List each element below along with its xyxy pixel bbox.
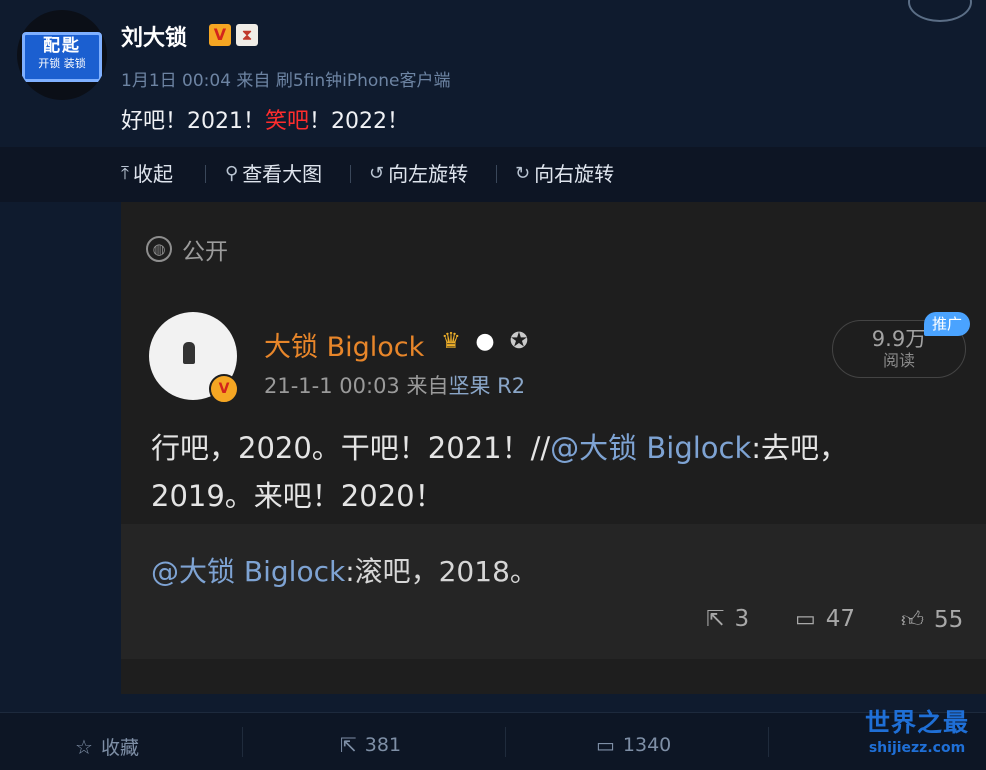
- avatar-sign-line1: 配匙: [43, 36, 81, 56]
- inner-meta-source: 坚果 R2: [448, 374, 526, 398]
- rotate-right-button[interactable]: ↻ 向右旋转: [515, 159, 614, 189]
- inner-meta: 21-1-1 00:03 来自坚果 R2: [264, 370, 525, 400]
- view-large-button[interactable]: ⚲ 查看大图: [225, 159, 322, 189]
- repost-button[interactable]: ⇱ 381: [340, 733, 401, 757]
- medal-icon: ✪: [509, 329, 529, 354]
- comment-count: 47: [825, 606, 856, 632]
- repost-icon: ⇱: [340, 733, 357, 757]
- comment-icon: ▭: [596, 733, 615, 757]
- embedded-screenshot[interactable]: ◍ 公开 V 大锁 Biglock ♛ ● ✪ 21-1-1 00:03 来自坚…: [121, 202, 986, 694]
- rotate-left-label: 向左旋转: [388, 162, 469, 186]
- inner-verified-icon: V: [209, 374, 239, 404]
- avatar-figure: [183, 342, 195, 364]
- body-text-line2: 2019。来吧！2020！: [151, 479, 444, 513]
- comment-button[interactable]: ▭ 1340: [596, 733, 671, 757]
- post-text-part: 好吧！2021！: [121, 109, 265, 134]
- collapse-button[interactable]: ⤒ 收起: [121, 159, 173, 189]
- card-bottom-strip: [121, 659, 986, 694]
- inner-body-text: 行吧，2020。干吧！2021！//@大锁 Biglock:去吧， 2019。来…: [151, 424, 951, 520]
- rotate-right-label: 向右旋转: [534, 162, 615, 186]
- hourglass-badge-icon: ⧗: [236, 24, 258, 46]
- watermark-line1: 世界之最: [864, 708, 969, 737]
- collapse-icon: ⤒: [121, 163, 129, 184]
- post-action-bar: ☆ 收藏 ⇱ 381 ▭ 1340: [0, 712, 986, 770]
- post-text: 好吧！2021！笑吧！2022！: [121, 103, 409, 135]
- body-mention: @大锁 Biglock: [550, 431, 752, 465]
- collapse-label: 收起: [132, 162, 173, 186]
- inner-meta-time: 21-1-1 00:03 来自: [264, 374, 449, 398]
- post-meta: 1月1日 00:04 来自 刷5fin钟iPhone客户端: [121, 71, 451, 91]
- comment-icon: ▭: [795, 606, 816, 632]
- avatar-sign-line2: 开锁 装锁: [38, 57, 86, 70]
- divider: [242, 727, 243, 757]
- reads-label: 阅读: [882, 351, 915, 370]
- share-icon: ⇱: [706, 606, 725, 632]
- visibility-label: 公开: [182, 239, 228, 265]
- thumbs-up-icon: 👍︎: [901, 608, 924, 633]
- comment-count: 1340: [622, 734, 672, 756]
- repost-body: :滚吧，2018。: [345, 555, 538, 588]
- view-large-label: 查看大图: [242, 162, 323, 186]
- avatar-sign: 配匙 开锁 装锁: [22, 32, 102, 82]
- media-toolbar: ⤒ 收起 ⚲ 查看大图 ↺ 向左旋转 ↻ 向右旋转: [0, 147, 986, 202]
- site-watermark: 世界之最 shijiezz.com: [854, 708, 980, 764]
- body-text-part: 行吧，2020。干吧！2021！//: [151, 431, 551, 465]
- promo-badge: 推广: [924, 312, 970, 336]
- watermark-line2: shijiezz.com: [868, 740, 966, 756]
- divider: [496, 165, 497, 183]
- inner-badges: ♛ ● ✪: [437, 328, 533, 356]
- like-count: 55: [934, 606, 964, 633]
- inner-share-stat: ⇱ 3: [706, 606, 749, 632]
- favorite-label: 收藏: [100, 737, 139, 759]
- repost-count: 381: [364, 734, 402, 756]
- divider: [505, 727, 506, 757]
- author-name[interactable]: 刘大锁: [121, 20, 187, 52]
- magnifier-icon: ⚲: [225, 163, 239, 184]
- decorative-stamp: [908, 0, 972, 22]
- divider: [205, 165, 206, 183]
- panda-icon: ●: [475, 329, 495, 354]
- inner-comment-stat: ▭ 47: [795, 606, 855, 632]
- repost-text: @大锁 Biglock:滚吧，2018。: [151, 550, 538, 590]
- favorite-button[interactable]: ☆ 收藏: [75, 733, 139, 760]
- post-text-part: ！2022！: [309, 109, 410, 134]
- repost-block: @大锁 Biglock:滚吧，2018。 ⇱ 3 ▭ 47 👍︎ 55: [121, 524, 986, 659]
- avatar[interactable]: 配匙 开锁 装锁: [17, 10, 107, 100]
- rotate-left-button[interactable]: ↺ 向左旋转: [369, 159, 468, 189]
- share-count: 3: [734, 606, 750, 632]
- rotate-left-icon: ↺: [369, 163, 385, 184]
- divider: [768, 727, 769, 757]
- globe-icon: ◍: [146, 236, 172, 262]
- verified-badge-icon: V: [209, 24, 231, 46]
- body-text-part: :去吧，: [751, 431, 849, 465]
- star-icon: ☆: [75, 734, 93, 759]
- rotate-right-icon: ↻: [515, 163, 531, 184]
- visibility-indicator: ◍ 公开: [146, 232, 228, 266]
- divider: [350, 165, 351, 183]
- inner-like-stat: 👍︎ 55: [901, 606, 964, 634]
- inner-author-name: 大锁 Biglock: [264, 332, 425, 363]
- repost-mention: @大锁 Biglock: [151, 555, 346, 588]
- crown-icon: ♛: [441, 329, 461, 354]
- post-text-emphasis: 笑吧: [265, 109, 310, 134]
